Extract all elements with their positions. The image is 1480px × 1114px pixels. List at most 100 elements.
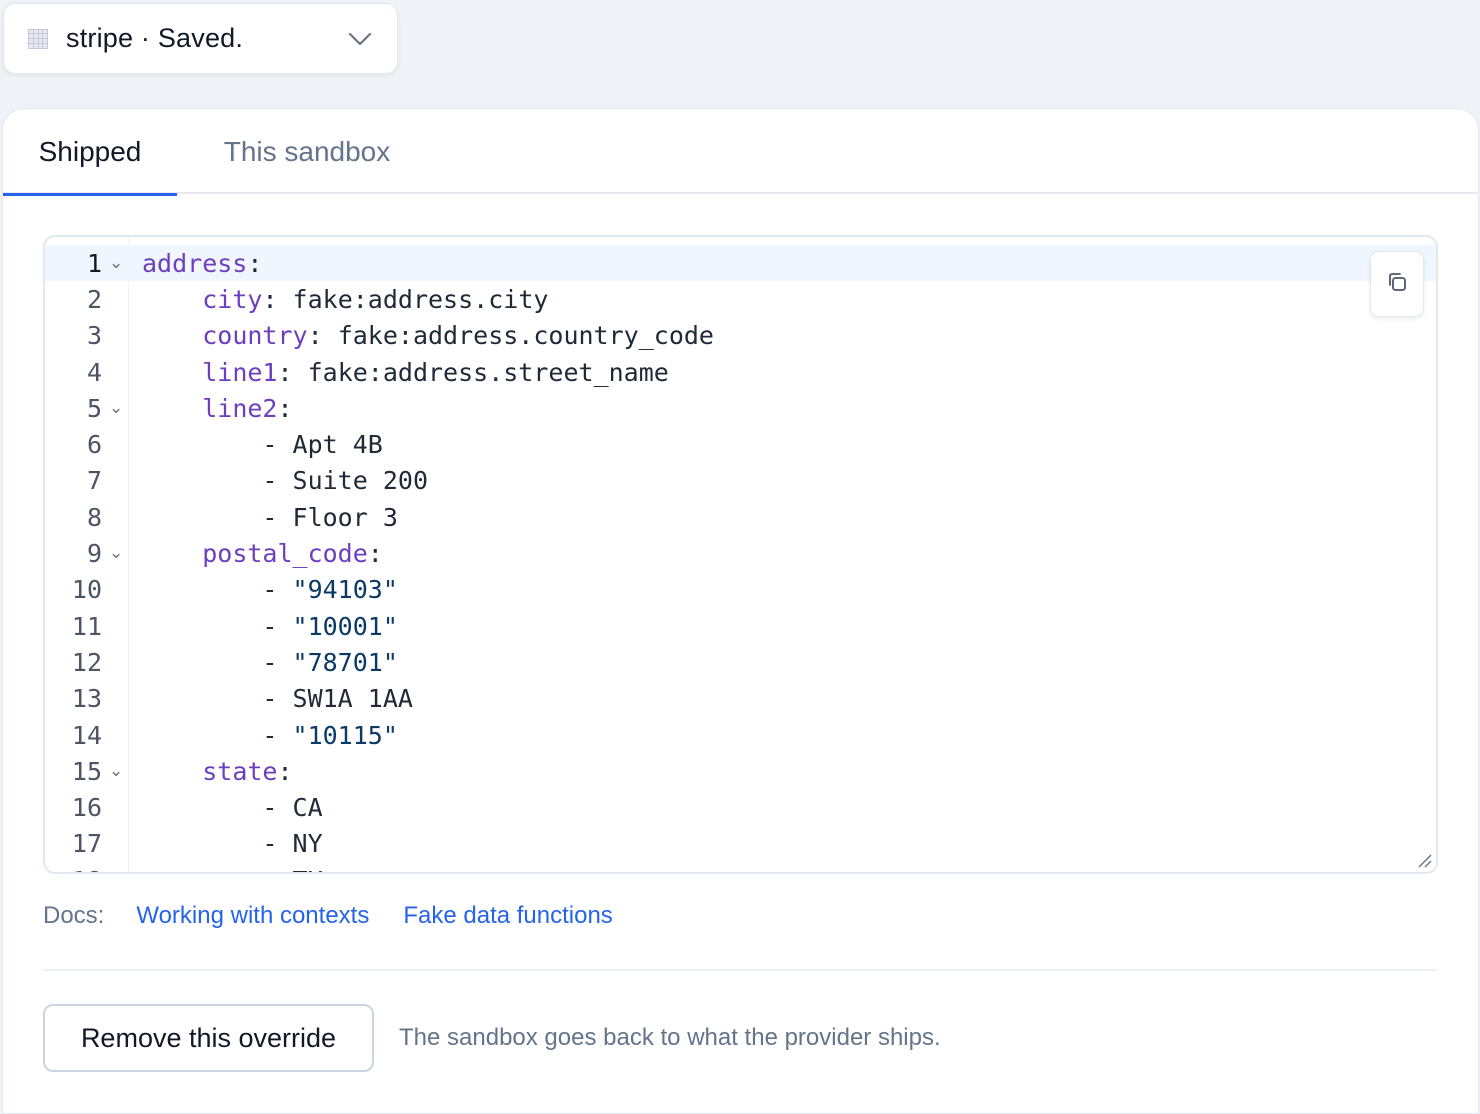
yaml-punctuation: - (262, 430, 293, 460)
line-number: 6 (86, 430, 102, 460)
code-text: city: fake:address.city (142, 285, 548, 314)
yaml-key: line1 (202, 357, 278, 387)
code-line[interactable]: 16 - CA (45, 789, 1436, 825)
divider (43, 969, 1438, 971)
yaml-punctuation: : (247, 248, 263, 278)
yaml-punctuation: - (262, 720, 293, 750)
code-text: - "78701" (142, 647, 397, 677)
fold-chevron-icon[interactable]: ⌄ (109, 543, 123, 563)
yaml-key: city (202, 284, 263, 314)
line-number: 15 (71, 756, 102, 786)
code-line[interactable]: 10 - "94103" (45, 572, 1436, 608)
code-line[interactable]: 1 ⌄ address: (45, 245, 1436, 282)
tab-this-sandbox[interactable]: This sandbox (217, 109, 397, 194)
resize-handle-icon[interactable] (1417, 853, 1433, 869)
fold-chevron-icon[interactable]: ⌄ (109, 253, 123, 273)
code-line[interactable]: 6 - Apt 4B (45, 426, 1436, 462)
code-text: country: fake:address.country_code (142, 321, 714, 350)
yaml-value: SW1A 1AA (292, 684, 413, 714)
code-line[interactable]: 3 country: fake:address.country_code (45, 318, 1436, 354)
yaml-punctuation: : (262, 284, 293, 314)
code-line[interactable]: 15 ⌄ state: (45, 753, 1436, 789)
code-text: - "94103" (142, 575, 397, 605)
yaml-punctuation: - (262, 793, 293, 823)
yaml-punctuation: - (262, 684, 293, 714)
code-text: - SW1A 1AA (142, 684, 413, 713)
context-selector[interactable]: stripe · Saved. (3, 3, 398, 74)
code-line[interactable]: 17 - NY (45, 826, 1436, 862)
yaml-value: Suite 200 (292, 466, 428, 496)
docs-row: Docs: Working with contexts Fake data fu… (43, 899, 647, 933)
yaml-key: state (202, 756, 278, 786)
yaml-key: postal_code (202, 539, 368, 569)
line-number: 8 (86, 502, 102, 532)
line-number: 2 (86, 284, 102, 314)
docs-link-fake-data-functions[interactable]: Fake data functions (403, 902, 612, 930)
grid-icon (28, 28, 48, 49)
yaml-value: Apt 4B (292, 430, 383, 460)
code-line[interactable]: 13 - SW1A 1AA (45, 681, 1436, 717)
yaml-punctuation: - (262, 575, 293, 605)
yaml-punctuation: - (262, 866, 292, 872)
yaml-punctuation: : (367, 539, 383, 569)
yaml-punctuation: - (262, 611, 293, 641)
remove-override-button[interactable]: Remove this override (43, 1004, 374, 1072)
copy-button[interactable] (1370, 251, 1424, 317)
code-text: - "10115" (142, 720, 397, 750)
line-number: 9 (86, 539, 102, 569)
yaml-punctuation: - (262, 502, 293, 532)
code-text: line2: (142, 393, 293, 423)
line-number: 7 (86, 466, 102, 496)
yaml-value: fake:address.city (292, 284, 549, 314)
code-line[interactable]: 14 - "10115" (45, 717, 1436, 753)
tab-shipped[interactable]: Shipped (3, 109, 177, 196)
line-number: 1 (86, 248, 102, 278)
code-line[interactable]: 12 - "78701" (45, 644, 1436, 680)
code-text: line1: fake:address.street_name (142, 358, 669, 387)
chevron-down-icon[interactable] (347, 26, 373, 52)
code-line[interactable]: 2 city: fake:address.city (45, 281, 1436, 317)
code-line[interactable]: 11 - "10001" (45, 608, 1436, 644)
docs-label: Docs: (43, 902, 105, 929)
yaml-value: NY (292, 829, 323, 859)
yaml-value: fake:address.country_code (337, 321, 714, 351)
yaml-punctuation: : (277, 393, 293, 423)
yaml-value: TX (293, 866, 323, 872)
copy-icon (1386, 271, 1408, 297)
yaml-editor[interactable]: 1 ⌄ address: 2 city: fake:address.city 3 cou… (43, 235, 1438, 874)
fold-chevron-icon[interactable]: ⌄ (109, 761, 123, 781)
line-number: 3 (86, 321, 102, 351)
yaml-punctuation: : (307, 321, 338, 351)
code-text: - TX (142, 866, 323, 872)
code-line[interactable]: 9 ⌄ postal_code: (45, 535, 1436, 571)
line-number: 10 (71, 575, 102, 605)
line-number: 4 (86, 357, 102, 387)
code-line[interactable]: 7 - Suite 200 (45, 463, 1436, 499)
docs-link-working-with-contexts[interactable]: Working with contexts (136, 902, 369, 930)
remove-override-note: The sandbox goes back to what the provid… (399, 1024, 941, 1051)
line-number: 12 (71, 647, 102, 677)
code-text: - Suite 200 (142, 466, 428, 495)
line-number: 11 (71, 611, 102, 641)
code-line[interactable]: 5 ⌄ line2: (45, 390, 1436, 426)
code-line[interactable]: 8 - Floor 3 (45, 499, 1436, 535)
code-line[interactable]: 4 line1: fake:address.street_name (45, 354, 1436, 390)
fold-chevron-icon[interactable]: ⌄ (109, 398, 123, 418)
yaml-punctuation: - (262, 647, 293, 677)
code-line[interactable]: 18 - TX (45, 862, 1436, 872)
line-number: 14 (71, 720, 102, 750)
yaml-key: country (202, 321, 308, 351)
code-text: - NY (142, 829, 323, 859)
